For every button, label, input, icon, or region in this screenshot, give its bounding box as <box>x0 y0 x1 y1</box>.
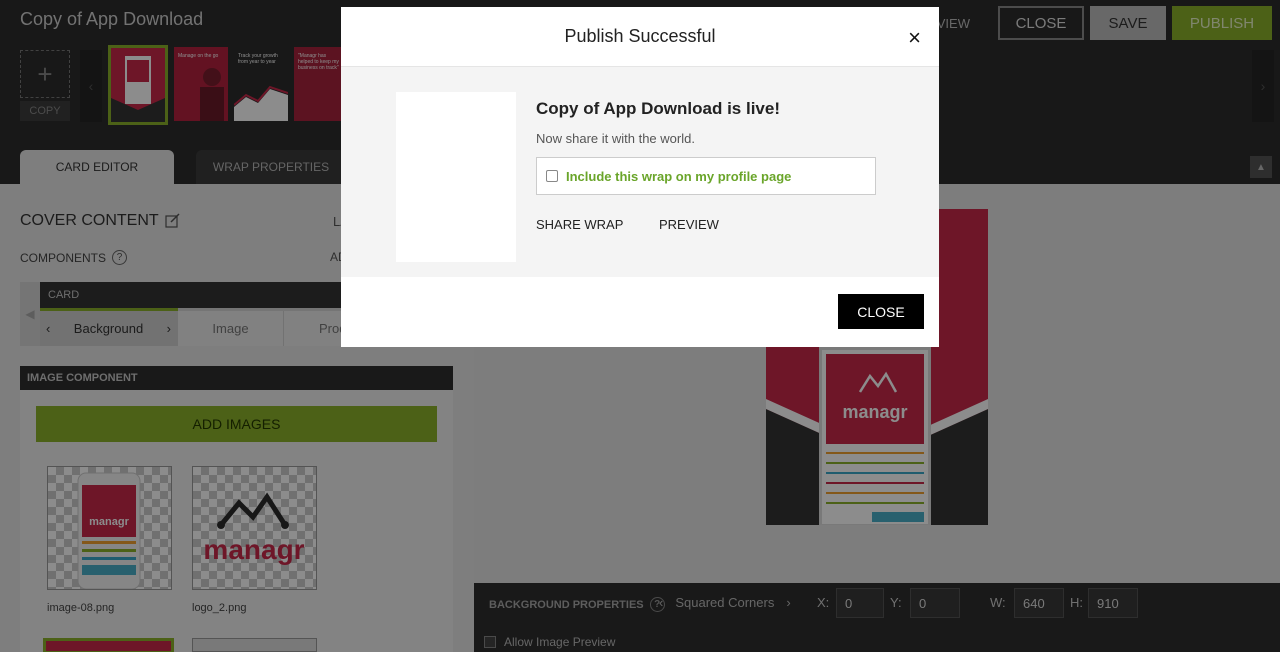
dialog-header: Publish Successful × <box>341 7 939 67</box>
include-profile-option[interactable]: Include this wrap on my profile page <box>536 157 876 195</box>
dialog-close-button[interactable]: CLOSE <box>838 294 924 329</box>
dialog-footer: CLOSE <box>341 277 939 347</box>
dialog-title: Publish Successful <box>564 26 716 46</box>
close-icon[interactable]: × <box>908 27 921 49</box>
share-wrap-link[interactable]: SHARE WRAP <box>536 217 623 232</box>
include-profile-label[interactable]: Include this wrap on my profile page <box>566 169 791 184</box>
preview-link[interactable]: PREVIEW <box>659 217 719 232</box>
share-prompt: Now share it with the world. <box>536 131 695 146</box>
wrap-thumbnail <box>396 92 516 262</box>
publish-success-dialog: Publish Successful × Copy of App Downloa… <box>341 7 939 347</box>
include-profile-checkbox[interactable] <box>546 170 558 182</box>
dialog-body: Copy of App Download is live! Now share … <box>341 67 939 277</box>
live-message: Copy of App Download is live! <box>536 99 780 118</box>
